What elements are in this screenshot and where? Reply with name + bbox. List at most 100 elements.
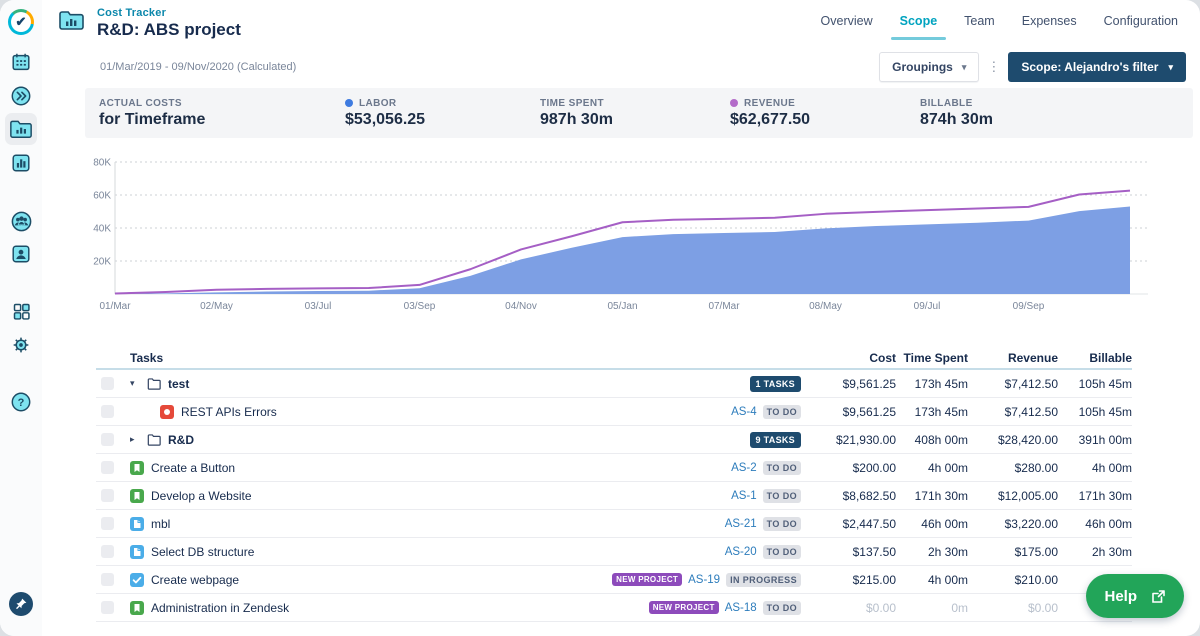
row-checkbox[interactable] [101, 573, 114, 586]
story-icon [130, 601, 144, 615]
svg-text:20K: 20K [93, 257, 111, 268]
row-checkbox[interactable] [101, 545, 114, 558]
time-spent-cell: 4h 00m [896, 461, 968, 475]
svg-text:09/Sep: 09/Sep [1013, 301, 1045, 312]
page-title: R&D: ABS project [97, 20, 241, 40]
row-checkbox[interactable] [101, 433, 114, 446]
revenue-cell: $7,412.50 [968, 405, 1058, 419]
calendar-icon[interactable] [8, 49, 34, 75]
bar-chart-icon[interactable] [8, 150, 34, 176]
doc-icon [130, 545, 144, 559]
issue-key-link[interactable]: AS-20 [725, 546, 757, 558]
task-row[interactable]: REST APIs ErrorsAS-4TO DO$9,561.25173h 4… [96, 398, 1132, 426]
revenue-cell: $12,005.00 [968, 489, 1058, 503]
task-row[interactable]: Create webpageNEW PROJECTAS-19IN PROGRES… [96, 566, 1132, 594]
team-icon[interactable] [8, 208, 34, 234]
svg-text:02/May: 02/May [200, 301, 233, 312]
task-row[interactable]: Develop a WebsiteAS-1TO DO$8,682.50171h … [96, 482, 1132, 510]
groupings-button-label: Groupings [892, 60, 953, 74]
column-revenue: Revenue [968, 351, 1058, 365]
task-row[interactable]: Select DB structureAS-20TO DO$137.502h 3… [96, 538, 1132, 566]
stat-label: BILLABLE [920, 98, 973, 109]
issue-key-link[interactable]: AS-4 [731, 406, 757, 418]
revenue-cell: $3,220.00 [968, 517, 1058, 531]
column-time-spent: Time Spent [896, 351, 968, 365]
row-checkbox[interactable] [101, 405, 114, 418]
row-checkbox[interactable] [101, 601, 114, 614]
svg-text:09/Jul: 09/Jul [914, 301, 941, 312]
stat-label: ACTUAL COSTS [99, 98, 182, 109]
stat-labor: LABOR $53,056.25 [345, 98, 540, 129]
row-checkbox[interactable] [101, 377, 114, 390]
expand-caret-icon[interactable]: ▸ [130, 434, 140, 445]
person-icon[interactable] [8, 241, 34, 267]
row-checkbox[interactable] [101, 489, 114, 502]
tab-scope[interactable]: Scope [900, 8, 938, 38]
task-table-body: ▾test1 TASKS$9,561.25173h 45m$7,412.5010… [96, 370, 1132, 622]
status-badge: TO DO [763, 517, 801, 531]
apps-grid-icon[interactable] [8, 298, 34, 324]
task-name: REST APIs Errors [181, 405, 277, 419]
expand-caret-icon[interactable]: ▾ [130, 378, 140, 389]
tab-expenses[interactable]: Expenses [1022, 8, 1077, 38]
status-badge: IN PROGRESS [726, 573, 801, 587]
help-button[interactable]: Help [1086, 574, 1184, 618]
cost-cell: $0.00 [801, 601, 896, 615]
task-name: test [168, 377, 189, 391]
toolbar: 01/Mar/2019 - 09/Nov/2020 (Calculated) G… [42, 46, 1200, 88]
app-logo-icon[interactable]: ✔ [8, 9, 34, 35]
task-row[interactable]: ▾test1 TASKS$9,561.25173h 45m$7,412.5010… [96, 370, 1132, 398]
task-row[interactable]: ▸R&D9 TASKS$21,930.00408h 00m$28,420.003… [96, 426, 1132, 454]
revenue-cell: $175.00 [968, 545, 1058, 559]
svg-text:03/Sep: 03/Sep [404, 301, 436, 312]
story-icon [130, 489, 144, 503]
row-checkbox[interactable] [101, 517, 114, 530]
row-checkbox[interactable] [101, 461, 114, 474]
svg-text:01/Mar: 01/Mar [99, 301, 131, 312]
task-name: R&D [168, 433, 194, 447]
gear-icon[interactable] [8, 332, 34, 358]
svg-text:60K: 60K [93, 191, 111, 202]
folder-icon [147, 433, 161, 447]
help-circle-icon[interactable]: ? [8, 389, 34, 415]
status-badge: TO DO [763, 405, 801, 419]
more-options-icon[interactable]: ⋮ [987, 59, 1000, 75]
pin-icon[interactable] [8, 591, 34, 617]
revenue-cell: $7,412.50 [968, 377, 1058, 391]
task-row[interactable]: mblAS-21TO DO$2,447.5046h 00m$3,220.0046… [96, 510, 1132, 538]
task-count-badge: 1 TASKS [750, 376, 801, 392]
issue-key-link[interactable]: AS-19 [688, 574, 720, 586]
task-row[interactable]: Create a ButtonAS-2TO DO$200.004h 00m$28… [96, 454, 1132, 482]
folder-icon [147, 377, 161, 391]
stat-billable: BILLABLE 874h 30m [920, 98, 993, 129]
scope-filter-button[interactable]: Scope: Alejandro's filter ▾ [1008, 52, 1186, 82]
main-content: Cost Tracker R&D: ABS project Overview S… [42, 0, 1200, 88]
svg-text:80K: 80K [93, 158, 111, 169]
document-icon [130, 517, 144, 531]
project-label-badge: NEW PROJECT [612, 573, 682, 586]
time-spent-cell: 2h 30m [896, 545, 968, 559]
cost-tracker-folder-icon[interactable] [8, 116, 34, 142]
forward-chevrons-icon[interactable] [8, 83, 34, 109]
bug-icon [160, 405, 174, 419]
groupings-button[interactable]: Groupings ▾ [879, 52, 979, 82]
project-label-badge: NEW PROJECT [649, 601, 719, 614]
issue-key-link[interactable]: AS-21 [725, 518, 757, 530]
tab-overview[interactable]: Overview [821, 8, 873, 38]
tab-configuration[interactable]: Configuration [1104, 8, 1178, 38]
issue-key-link[interactable]: AS-18 [725, 602, 757, 614]
story-icon [130, 601, 144, 615]
task-table: Tasks Cost Time Spent Revenue Billable ▾… [96, 348, 1132, 622]
cost-cell: $137.50 [801, 545, 896, 559]
cost-cell: $215.00 [801, 573, 896, 587]
time-spent-cell: 0m [896, 601, 968, 615]
title-bar: Cost Tracker R&D: ABS project Overview S… [42, 0, 1200, 46]
issue-key-link[interactable]: AS-1 [731, 490, 757, 502]
cost-cell: $21,930.00 [801, 433, 896, 447]
project-icon [58, 9, 85, 37]
tab-team[interactable]: Team [964, 8, 995, 38]
billable-cell: 171h 30m [1058, 489, 1132, 503]
task-row[interactable]: Administration in ZendeskNEW PROJECTAS-1… [96, 594, 1132, 622]
issue-key-link[interactable]: AS-2 [731, 462, 757, 474]
svg-text:40K: 40K [93, 224, 111, 235]
